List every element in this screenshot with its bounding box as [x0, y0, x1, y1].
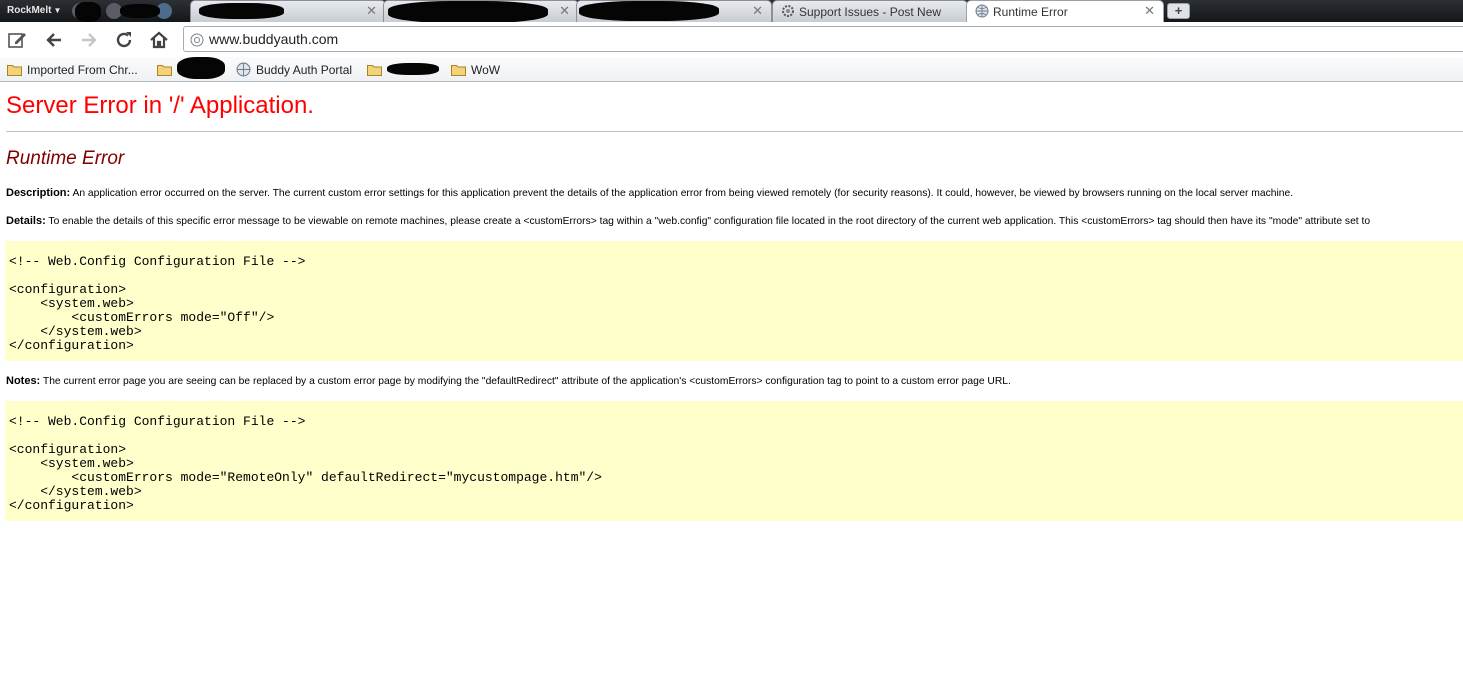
- divider: [6, 131, 1463, 132]
- redaction-mark: [579, 1, 719, 21]
- reload-icon[interactable]: [113, 29, 135, 51]
- notes-text: The current error page you are seeing ca…: [40, 376, 1011, 387]
- tab-support-issues[interactable]: Support Issues - Post New T: [772, 0, 968, 22]
- redaction-mark: [75, 2, 101, 22]
- notes-label: Notes:: [6, 375, 41, 387]
- page-content: Server Error in '/' Application. Runtime…: [0, 82, 1463, 694]
- url-input[interactable]: [209, 30, 1409, 48]
- tab-strip: RockMelt ▼ ✕ ✕ ✕ Support Issues - Post Ne…: [0, 0, 1463, 23]
- home-icon[interactable]: [148, 29, 170, 51]
- bookmark-redacted-1[interactable]: [157, 57, 227, 79]
- folder-icon: [367, 64, 382, 76]
- bookmarks-bar: Imported From Chr... Buddy Auth Portal W…: [0, 57, 1463, 82]
- code-text: <!-- Web.Config Configuration File --> <…: [9, 254, 306, 353]
- description-paragraph: Description: An application error occurr…: [6, 187, 1293, 199]
- tab-title: Support Issues - Post New T: [799, 5, 944, 19]
- globe-icon: [975, 4, 989, 18]
- gear-icon: [782, 5, 794, 17]
- bookmark-label: WoW: [471, 62, 501, 77]
- tab-redacted-2[interactable]: ✕: [383, 0, 579, 23]
- description-text: An application error occurred on the ser…: [70, 188, 1294, 199]
- code-text: <!-- Web.Config Configuration File --> <…: [9, 414, 602, 513]
- close-icon[interactable]: ✕: [366, 4, 377, 18]
- redaction-mark: [199, 3, 284, 19]
- details-text: To enable the details of this specific e…: [45, 216, 1371, 227]
- close-icon[interactable]: ✕: [1144, 4, 1155, 18]
- folder-icon: [157, 64, 172, 76]
- globe-icon: [236, 62, 251, 77]
- page-title: Server Error in '/' Application.: [6, 92, 314, 119]
- redaction-mark: [388, 1, 548, 23]
- globe-icon: [190, 33, 204, 47]
- tab-redacted-3[interactable]: ✕: [576, 0, 772, 22]
- folder-icon: [7, 64, 22, 76]
- edit-icon[interactable]: [6, 29, 28, 51]
- bookmark-label: Buddy Auth Portal: [256, 62, 353, 77]
- code-sample-1: <!-- Web.Config Configuration File --> <…: [5, 241, 1463, 361]
- notes-paragraph: Notes: The current error page you are se…: [6, 375, 1011, 387]
- tab-title: Runtime Error: [993, 5, 1068, 19]
- details-paragraph: Details: To enable the details of this s…: [6, 215, 1370, 227]
- bookmark-label: Imported From Chr...: [27, 62, 138, 77]
- close-icon[interactable]: ✕: [559, 4, 570, 18]
- bookmark-wow-folder[interactable]: WoW: [451, 60, 500, 78]
- tab-runtime-error[interactable]: Runtime Error ✕: [966, 0, 1164, 22]
- redaction-mark: [387, 63, 439, 75]
- error-heading: Runtime Error: [6, 148, 125, 169]
- folder-icon: [451, 64, 466, 76]
- code-sample-2: <!-- Web.Config Configuration File --> <…: [5, 401, 1463, 521]
- brand-label: RockMelt: [7, 5, 52, 16]
- tab-redacted-1[interactable]: ✕: [190, 0, 386, 22]
- forward-arrow-icon[interactable]: [78, 29, 100, 51]
- description-label: Description:: [6, 187, 71, 199]
- chevron-down-icon: ▼: [53, 6, 62, 15]
- close-icon[interactable]: ✕: [752, 4, 763, 18]
- navigation-toolbar: [0, 22, 1463, 58]
- bookmark-imported-folder[interactable]: Imported From Chr...: [7, 60, 138, 78]
- redaction-mark: [177, 57, 225, 79]
- new-tab-button[interactable]: +: [1167, 3, 1190, 19]
- rockmelt-menu-button[interactable]: RockMelt ▼: [4, 3, 64, 19]
- address-bar[interactable]: [183, 26, 1463, 52]
- redaction-mark: [120, 4, 160, 18]
- bookmark-redacted-2[interactable]: [367, 60, 443, 78]
- bookmark-buddy-auth-portal[interactable]: Buddy Auth Portal: [236, 60, 352, 78]
- details-label: Details:: [6, 215, 46, 227]
- back-arrow-icon[interactable]: [43, 29, 65, 51]
